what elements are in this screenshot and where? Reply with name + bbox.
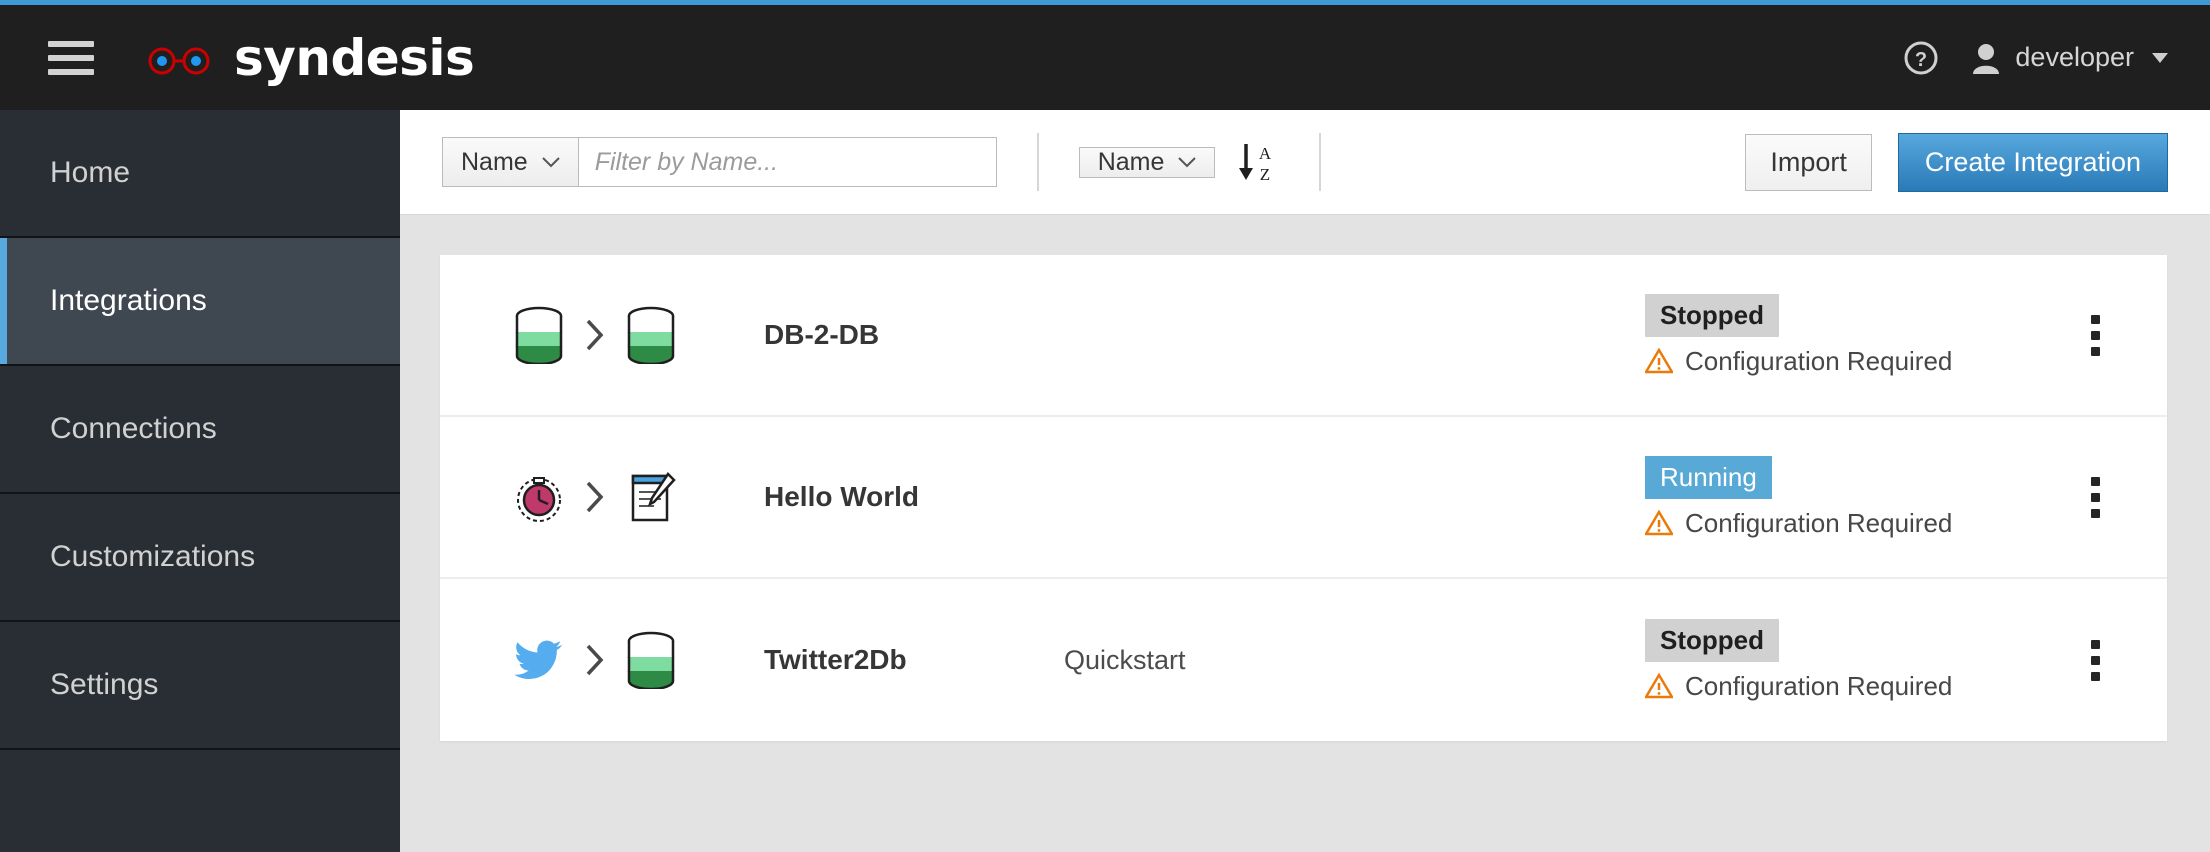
status-message-line: Configuration Required xyxy=(1645,508,2065,539)
status-message: Configuration Required xyxy=(1685,507,1953,538)
sidebar-item-label: Connections xyxy=(50,412,217,445)
integration-tag: Quickstart xyxy=(1064,644,1186,675)
database-icon xyxy=(515,306,563,364)
chevron-right-icon xyxy=(586,319,604,351)
sort-alpha-asc-icon[interactable]: A Z xyxy=(1237,140,1277,184)
syndesis-glasses-logo xyxy=(148,47,210,74)
status-message-line: Configuration Required xyxy=(1645,671,2065,702)
status-badge: Stopped xyxy=(1645,293,1779,337)
svg-text:?: ? xyxy=(1915,49,1927,71)
integration-name: DB-2-DB xyxy=(764,319,880,350)
header-actions: ? developer xyxy=(1903,40,2168,76)
sidebar-item-label: Integrations xyxy=(50,284,207,317)
table-row[interactable]: Twitter2Db Quickstart Stopped Configurat… xyxy=(440,579,2167,741)
sidebar-item-customizations[interactable]: Customizations xyxy=(0,494,400,622)
row-menu-button[interactable] xyxy=(2065,639,2125,681)
user-avatar-icon xyxy=(1973,43,2000,74)
user-menu[interactable]: developer xyxy=(1971,42,2168,74)
help-circle-icon[interactable]: ? xyxy=(1903,40,1939,76)
chevron-down-icon xyxy=(541,156,560,167)
sidebar-empty-section xyxy=(0,750,400,852)
chevron-down-icon xyxy=(1178,156,1197,167)
main-content: Name Name A xyxy=(400,110,2210,852)
sort-group: Name A Z xyxy=(1078,140,1278,184)
svg-text:Z: Z xyxy=(1260,165,1270,184)
warning-triangle-icon xyxy=(1645,348,1673,374)
twitter-icon xyxy=(514,640,562,679)
app-root: syndesis ? developer Home Integrations C… xyxy=(0,0,2210,852)
chevron-right-icon xyxy=(586,481,604,513)
chevron-right-icon xyxy=(586,644,604,676)
notepad-pencil-icon xyxy=(631,472,676,522)
brand[interactable]: syndesis xyxy=(146,28,475,87)
row-connection-icons xyxy=(512,468,712,526)
row-connection-icons xyxy=(512,306,712,364)
sidebar-item-label: Customizations xyxy=(50,540,256,573)
row-connection-icons xyxy=(512,631,712,689)
sort-field-label: Name xyxy=(1097,147,1165,176)
warning-triangle-icon xyxy=(1645,673,1673,699)
filter-field-label: Name xyxy=(461,147,528,176)
svg-text:A: A xyxy=(1259,144,1272,163)
database-icon xyxy=(627,306,675,364)
status-message: Configuration Required xyxy=(1685,345,1953,376)
sidebar-item-label: Home xyxy=(50,156,131,189)
sidebar: Home Integrations Connections Customizat… xyxy=(0,110,400,852)
integration-status: Stopped Configuration Required xyxy=(1645,293,2065,377)
user-name-label: developer xyxy=(2015,42,2134,72)
hamburger-icon[interactable] xyxy=(48,40,94,75)
brand-name: syndesis xyxy=(234,28,475,87)
integration-name: Twitter2Db xyxy=(764,644,907,675)
integration-status: Stopped Configuration Required xyxy=(1645,618,2065,702)
filter-group: Name xyxy=(442,137,997,187)
sidebar-item-integrations[interactable]: Integrations xyxy=(0,238,400,366)
import-button[interactable]: Import xyxy=(1745,133,1872,191)
app-header: syndesis ? developer xyxy=(0,5,2210,110)
row-menu-button[interactable] xyxy=(2065,476,2125,518)
status-message: Configuration Required xyxy=(1685,670,1953,701)
integration-status: Running Configuration Required xyxy=(1645,455,2065,539)
toolbar-actions: Import Create Integration xyxy=(1745,132,2168,192)
chevron-down-icon xyxy=(2152,52,2168,63)
sort-field-dropdown[interactable]: Name xyxy=(1078,146,1216,178)
sidebar-item-connections[interactable]: Connections xyxy=(0,366,400,494)
table-row[interactable]: Hello World Running Configuration Requir… xyxy=(440,417,2167,579)
integration-list: DB-2-DB Stopped Configuration Required H… xyxy=(440,255,2167,741)
integration-name: Hello World xyxy=(764,481,920,512)
database-icon xyxy=(627,631,675,689)
create-integration-button[interactable]: Create Integration xyxy=(1897,132,2168,192)
status-badge: Stopped xyxy=(1645,618,1779,662)
warning-triangle-icon xyxy=(1645,510,1673,536)
status-badge: Running xyxy=(1645,455,1772,499)
timer-icon xyxy=(517,477,561,522)
search-input[interactable] xyxy=(578,137,997,187)
sidebar-item-home[interactable]: Home xyxy=(0,110,400,238)
filter-field-dropdown[interactable]: Name xyxy=(442,137,579,187)
sidebar-item-settings[interactable]: Settings xyxy=(0,622,400,750)
row-menu-button[interactable] xyxy=(2065,314,2125,356)
toolbar-divider xyxy=(1036,133,1039,191)
toolbar-divider-2 xyxy=(1319,133,1322,191)
sidebar-item-label: Settings xyxy=(50,668,159,701)
integrations-toolbar: Name Name A xyxy=(400,110,2210,215)
table-row[interactable]: DB-2-DB Stopped Configuration Required xyxy=(440,255,2167,417)
status-message-line: Configuration Required xyxy=(1645,346,2065,377)
